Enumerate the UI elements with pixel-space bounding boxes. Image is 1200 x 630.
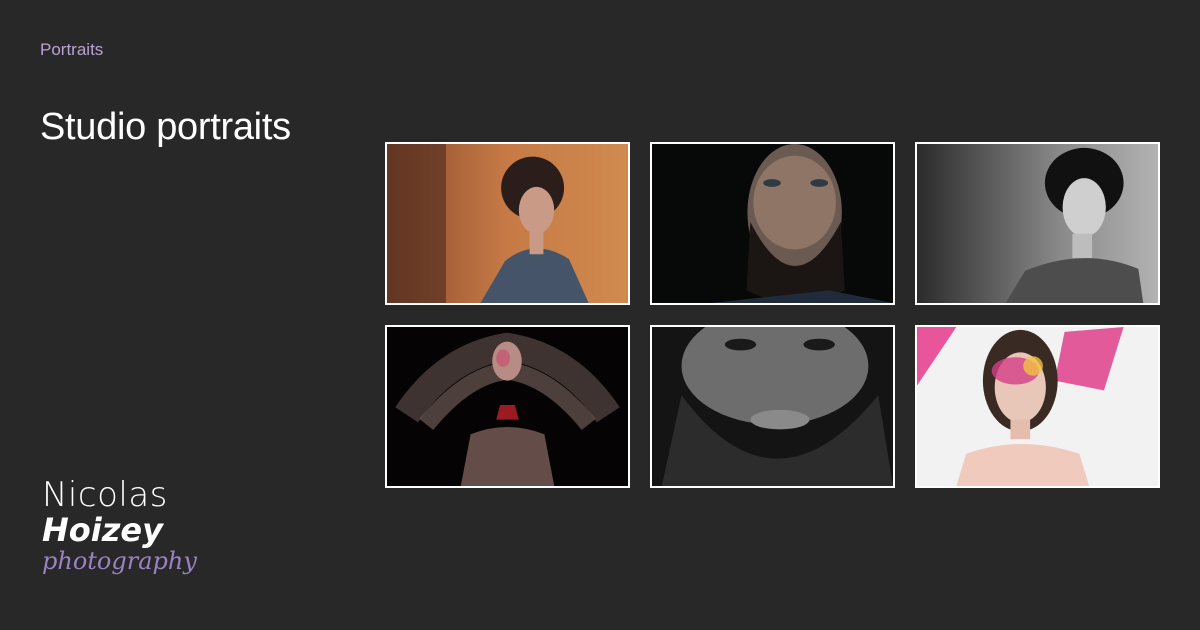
logo-name-first: Nicolas [42,475,168,515]
logo-name-last: Hoizey [42,511,163,549]
gallery-thumbnail-3[interactable] [915,142,1160,305]
portrait-motion-blur-image [387,327,628,486]
breadcrumb-portraits-link[interactable]: Portraits [40,40,103,60]
portrait-bearded-man-image [652,144,893,303]
site-logo[interactable]: Nicolas Hoizey photography [42,475,197,575]
portrait-face-paint-image [917,327,1158,486]
portrait-woman-bw-image [917,144,1158,303]
page-title: Studio portraits [40,106,291,148]
gallery-thumbnail-4[interactable] [385,325,630,488]
photo-gallery [385,142,1160,488]
gallery-thumbnail-1[interactable] [385,142,630,305]
gallery-thumbnail-2[interactable] [650,142,895,305]
portrait-bearded-man-bw-image [652,327,893,486]
portrait-woman-orange-image [387,144,628,303]
gallery-thumbnail-5[interactable] [650,325,895,488]
gallery-thumbnail-6[interactable] [915,325,1160,488]
logo-tagline: photography [42,547,197,575]
